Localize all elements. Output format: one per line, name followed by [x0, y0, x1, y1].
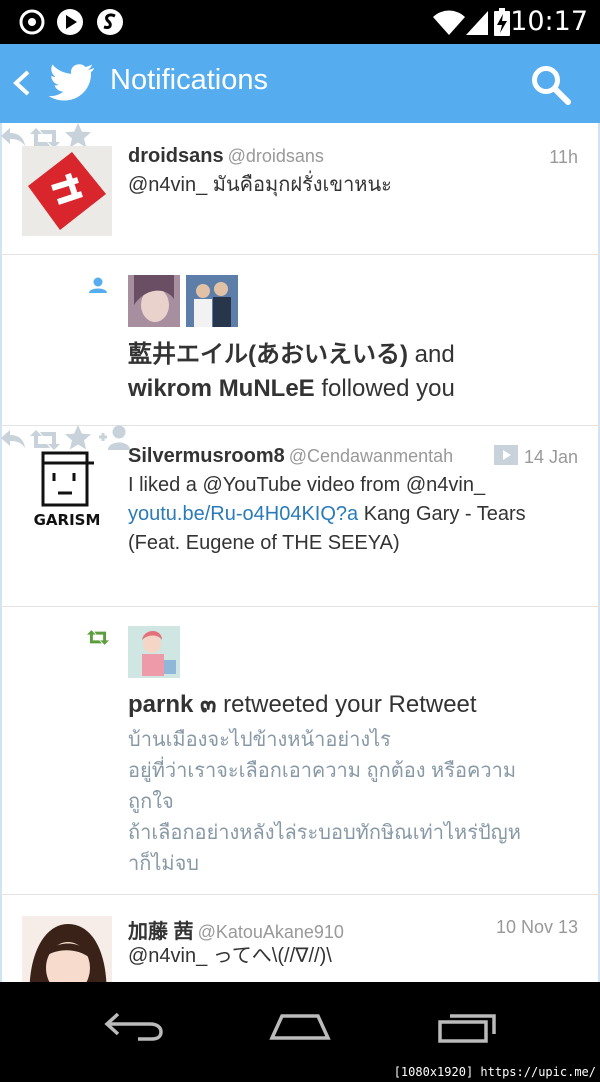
- back-chevron-icon[interactable]: [8, 64, 34, 102]
- follower-avatar[interactable]: [128, 275, 180, 327]
- garism-face-icon: [41, 451, 94, 507]
- notification-item[interactable]: 藍井エイル(あおいえいる) and wikrom MuNLeE followed…: [0, 254, 600, 426]
- signal-icon: [466, 11, 488, 35]
- notification-item[interactable]: droidsans @droidsans 11h @n4vin_ มันคือมุ…: [0, 123, 600, 255]
- sync-icon: [19, 9, 45, 35]
- timestamp: 14 Jan: [523, 447, 578, 467]
- app-s-icon: [97, 9, 123, 35]
- retweeter-name[interactable]: parnk ๓: [128, 691, 216, 718]
- user-handle[interactable]: @KatouAkane910: [198, 922, 344, 942]
- display-name[interactable]: Silvermusroom8: [128, 445, 285, 467]
- notification-item[interactable]: parnk ๓ retweeted your Retweet บ้านเมือง…: [0, 606, 600, 895]
- follower-name[interactable]: 藍井エイル(あおいえいる): [128, 341, 408, 368]
- display-name[interactable]: droidsans: [128, 145, 224, 167]
- home-icon[interactable]: [268, 1010, 332, 1042]
- image-watermark: [1080x1920] https://upic.me/: [393, 1065, 596, 1079]
- author-line: droidsans @droidsans: [128, 145, 324, 168]
- recent-apps-icon[interactable]: [436, 1010, 498, 1044]
- avatar[interactable]: [22, 146, 112, 236]
- status-bar: 10:17: [0, 0, 600, 44]
- tweet-text-rest: Kang Gary - Tears: [358, 503, 526, 525]
- wifi-icon: [433, 10, 465, 35]
- play-store-icon: [57, 9, 83, 35]
- follow-action-text: followed you: [314, 375, 455, 402]
- retweet-line: parnk ๓ retweeted your Retweet: [128, 688, 477, 722]
- battery-charging-icon: [494, 8, 510, 36]
- tweet-text: @n4vin_ ってへ\(//∇//)\: [128, 945, 332, 967]
- tweet-text-line-3: (Feat. Eugene of THE SEEYA): [128, 532, 400, 554]
- quoted-tweet-line: าก็ไม่จบ: [128, 853, 199, 875]
- notifications-list[interactable]: droidsans @droidsans 11h @n4vin_ มันคือมุ…: [0, 123, 600, 982]
- tweet-text-line-1: I liked a @YouTube video from @n4vin_: [128, 474, 486, 496]
- quoted-tweet-line: ถ้าเลือกอย่างหลังไล่ระบอบทักษิณเท่าไหร่ป…: [128, 822, 521, 844]
- retweet-badge-icon: [87, 630, 109, 645]
- quoted-tweet-line: อยู่ที่ว่าเราจะเลือกเอาความ ถูกต้อง หรือ…: [128, 760, 517, 782]
- retweet-action-text: retweeted your Retweet: [216, 691, 477, 718]
- back-icon[interactable]: [104, 1010, 164, 1042]
- app-bar: Notifications: [0, 44, 600, 123]
- tweet-text-line-2: youtu.be/Ru-o4H04KIQ?a Kang Gary - Tears: [128, 500, 526, 529]
- timestamp: 10 Nov 13: [495, 917, 578, 937]
- video-play-icon[interactable]: [494, 445, 518, 465]
- system-navigation-bar: [1080x1920] https://upic.me/: [0, 982, 600, 1082]
- author-line: Silvermusroom8 @Cendawanmentah: [128, 445, 453, 468]
- quoted-tweet-line: บ้านเมืองจะไปข้างหน้าอย่างไร: [128, 729, 391, 751]
- avatar[interactable]: GARISM: [22, 447, 112, 539]
- twitter-bird-icon[interactable]: [48, 62, 96, 104]
- display-name[interactable]: 加藤 茜: [128, 921, 194, 943]
- follow-line-2: wikrom MuNLeE followed you: [128, 372, 455, 406]
- notification-item[interactable]: GARISM Silvermusroom8 @Cendawanmentah 14 …: [0, 425, 600, 607]
- follow-line-1: 藍井エイル(あおいえいる) and: [128, 338, 455, 372]
- follower-name[interactable]: wikrom MuNLeE: [128, 375, 315, 402]
- user-handle[interactable]: @droidsans: [228, 146, 324, 166]
- favorite-star-icon[interactable]: [64, 123, 91, 148]
- timestamp: 11h: [549, 147, 578, 167]
- author-line: 加藤 茜 @KatouAkane910: [128, 915, 344, 944]
- follower-avatar[interactable]: [186, 275, 238, 327]
- reply-icon[interactable]: [0, 126, 26, 148]
- quoted-tweet-line: ถูกใจ: [128, 791, 174, 813]
- page-title: Notifications: [110, 64, 268, 96]
- retweet-icon[interactable]: [30, 128, 61, 148]
- avatar[interactable]: [22, 916, 112, 982]
- tweet-text: @n4vin_ มันคือมุกฝรั่งเขาหนะ: [128, 174, 392, 196]
- user-handle[interactable]: @Cendawanmentah: [289, 446, 453, 466]
- notification-item[interactable]: 加藤 茜 @KatouAkane910 10 Nov 13 @n4vin_ ってへ…: [0, 894, 600, 982]
- follow-conjunction: and: [407, 341, 455, 368]
- search-icon[interactable]: [530, 64, 572, 106]
- garism-logo-text: GARISM: [33, 511, 101, 529]
- follow-person-icon: [89, 277, 107, 293]
- retweeter-avatar[interactable]: [128, 626, 180, 678]
- clock: 10:17: [510, 6, 588, 37]
- tweet-link[interactable]: youtu.be/Ru-o4H04KIQ?a: [128, 503, 358, 525]
